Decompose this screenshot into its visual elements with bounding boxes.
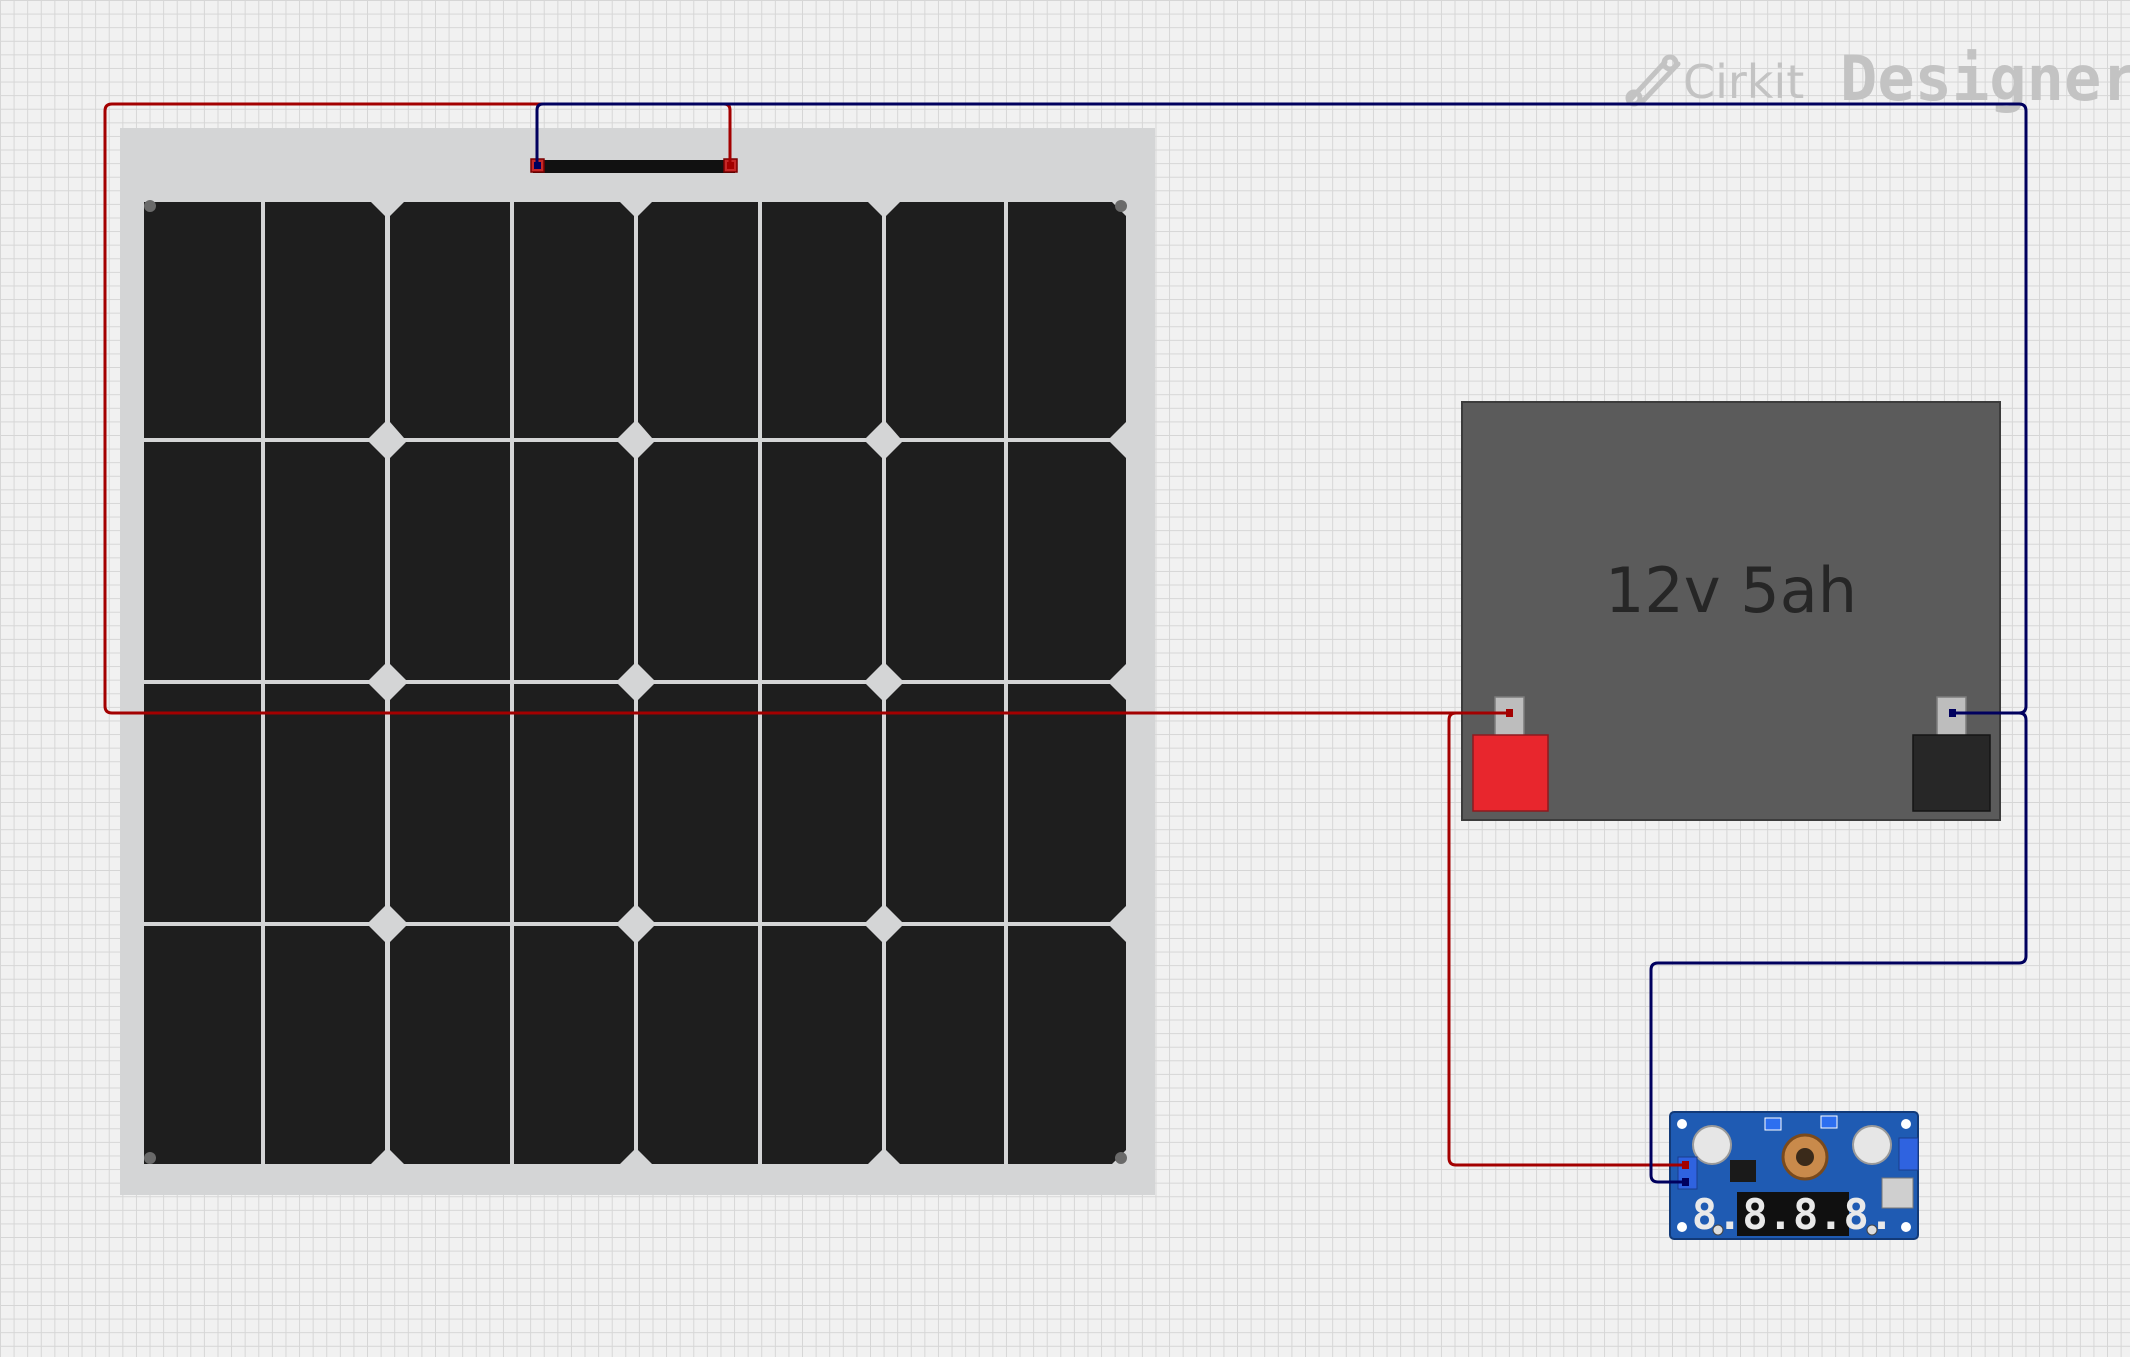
output-terminal-block[interactable] [1898,1137,1919,1171]
solar-junction-bar [533,160,735,173]
battery-negative-terminal[interactable] [1912,734,1991,812]
trim-potentiometer[interactable] [1764,1117,1782,1131]
mounting-hole [1115,1152,1127,1164]
solar-panel[interactable] [120,128,1155,1195]
trim-potentiometer[interactable] [1820,1115,1838,1129]
converter-button[interactable] [1712,1224,1724,1236]
logo-text-cirkit: Cirkit [1683,55,1804,109]
circuit-canvas[interactable]: Cirkit Designer 12v 5ah 8.8.8.8. [0,0,2130,1357]
battery-label: 12v 5ah [1605,554,1857,627]
converter-button[interactable] [1866,1224,1878,1236]
regulator-chip [1730,1160,1756,1182]
mounting-hole [144,200,156,212]
battery-12v[interactable]: 12v 5ah [1461,401,2001,821]
mounting-hole [1115,200,1127,212]
output-capacitor [1852,1125,1892,1165]
buck-converter-module[interactable]: 8.8.8.8. [1669,1111,1919,1240]
mounting-hole [144,1152,156,1164]
battery-positive-terminal[interactable] [1472,734,1549,812]
input-capacitor [1692,1125,1732,1165]
link-logo-icon [1625,54,1681,107]
inductor-core [1796,1148,1814,1166]
